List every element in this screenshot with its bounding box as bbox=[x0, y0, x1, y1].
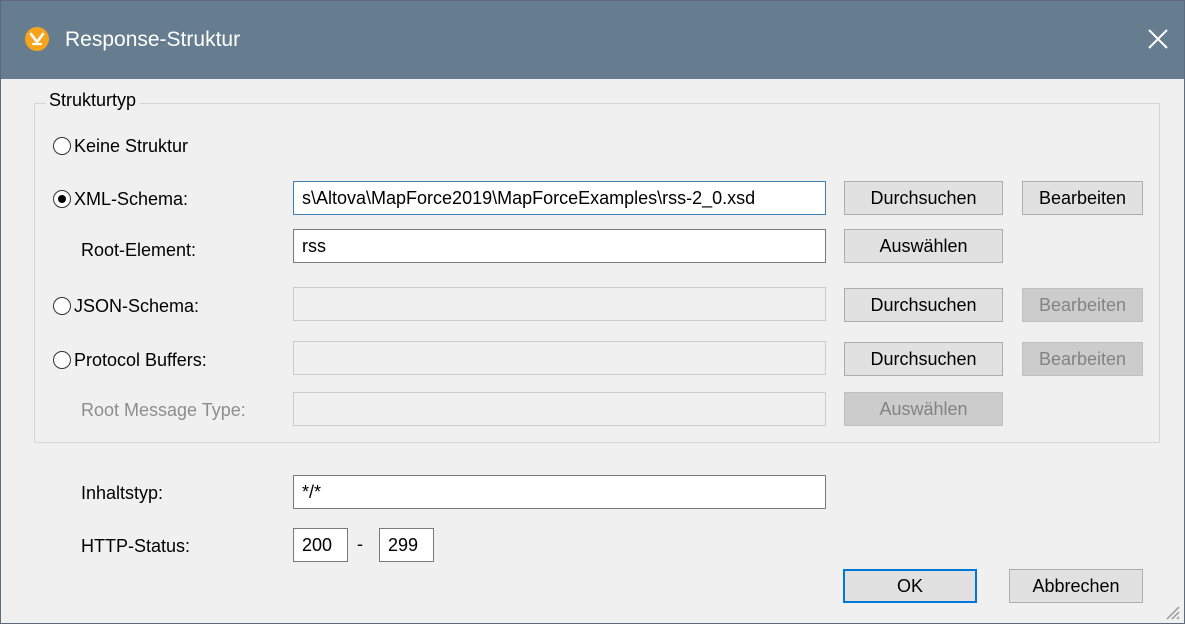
http-status-separator: - bbox=[357, 534, 363, 554]
root-message-type-input bbox=[293, 392, 826, 426]
root-element-input[interactable]: rss bbox=[293, 229, 826, 263]
protobuf-browse-button[interactable]: Durchsuchen bbox=[844, 342, 1003, 376]
root-element-label: Root-Element: bbox=[81, 240, 197, 260]
resize-grip-icon[interactable] bbox=[1161, 601, 1181, 621]
xml-edit-button[interactable]: Bearbeiten bbox=[1022, 181, 1143, 215]
mapforce-logo-icon bbox=[25, 27, 49, 51]
xml-schema-label[interactable]: XML-Schema: bbox=[74, 187, 188, 211]
radio-selected-dot bbox=[58, 195, 66, 203]
radio-json-schema[interactable] bbox=[53, 297, 71, 315]
structure-type-legend: Strukturtyp bbox=[46, 88, 140, 112]
root-message-select-button: Auswählen bbox=[844, 392, 1003, 426]
protobuf-edit-button: Bearbeiten bbox=[1022, 342, 1143, 376]
http-status-to-input[interactable]: 299 bbox=[379, 528, 434, 562]
content-type-label: Inhaltstyp: bbox=[81, 483, 164, 503]
protocol-buffers-label[interactable]: Protocol Buffers: bbox=[74, 348, 207, 372]
radio-protocol-buffers[interactable] bbox=[53, 351, 71, 369]
radio-no-structure[interactable] bbox=[53, 137, 71, 155]
xml-schema-path-input[interactable]: s\Altova\MapForce2019\MapForceExamples\r… bbox=[293, 181, 826, 215]
root-element-select-button[interactable]: Auswählen bbox=[844, 229, 1003, 263]
json-schema-path-input bbox=[293, 287, 826, 321]
xml-browse-button[interactable]: Durchsuchen bbox=[844, 181, 1003, 215]
radio-xml-schema[interactable] bbox=[53, 190, 71, 208]
close-icon[interactable] bbox=[1138, 19, 1178, 59]
http-status-label: HTTP-Status: bbox=[81, 536, 191, 556]
window-title: Response-Struktur bbox=[65, 28, 241, 51]
response-structure-dialog: Response-Struktur Strukturtyp Keine Stru… bbox=[0, 0, 1185, 624]
content-type-input[interactable]: */* bbox=[293, 475, 826, 509]
json-edit-button: Bearbeiten bbox=[1022, 288, 1143, 322]
no-structure-label[interactable]: Keine Struktur bbox=[74, 134, 188, 158]
cancel-button[interactable]: Abbrechen bbox=[1009, 569, 1143, 603]
ok-button[interactable]: OK bbox=[843, 569, 977, 603]
title-bar: Response-Struktur bbox=[1, 1, 1184, 79]
json-schema-label[interactable]: JSON-Schema: bbox=[74, 294, 199, 318]
http-status-from-input[interactable]: 200 bbox=[293, 528, 348, 562]
json-browse-button[interactable]: Durchsuchen bbox=[844, 288, 1003, 322]
protocol-buffers-path-input bbox=[293, 341, 826, 375]
root-message-type-label: Root Message Type: bbox=[81, 400, 246, 420]
